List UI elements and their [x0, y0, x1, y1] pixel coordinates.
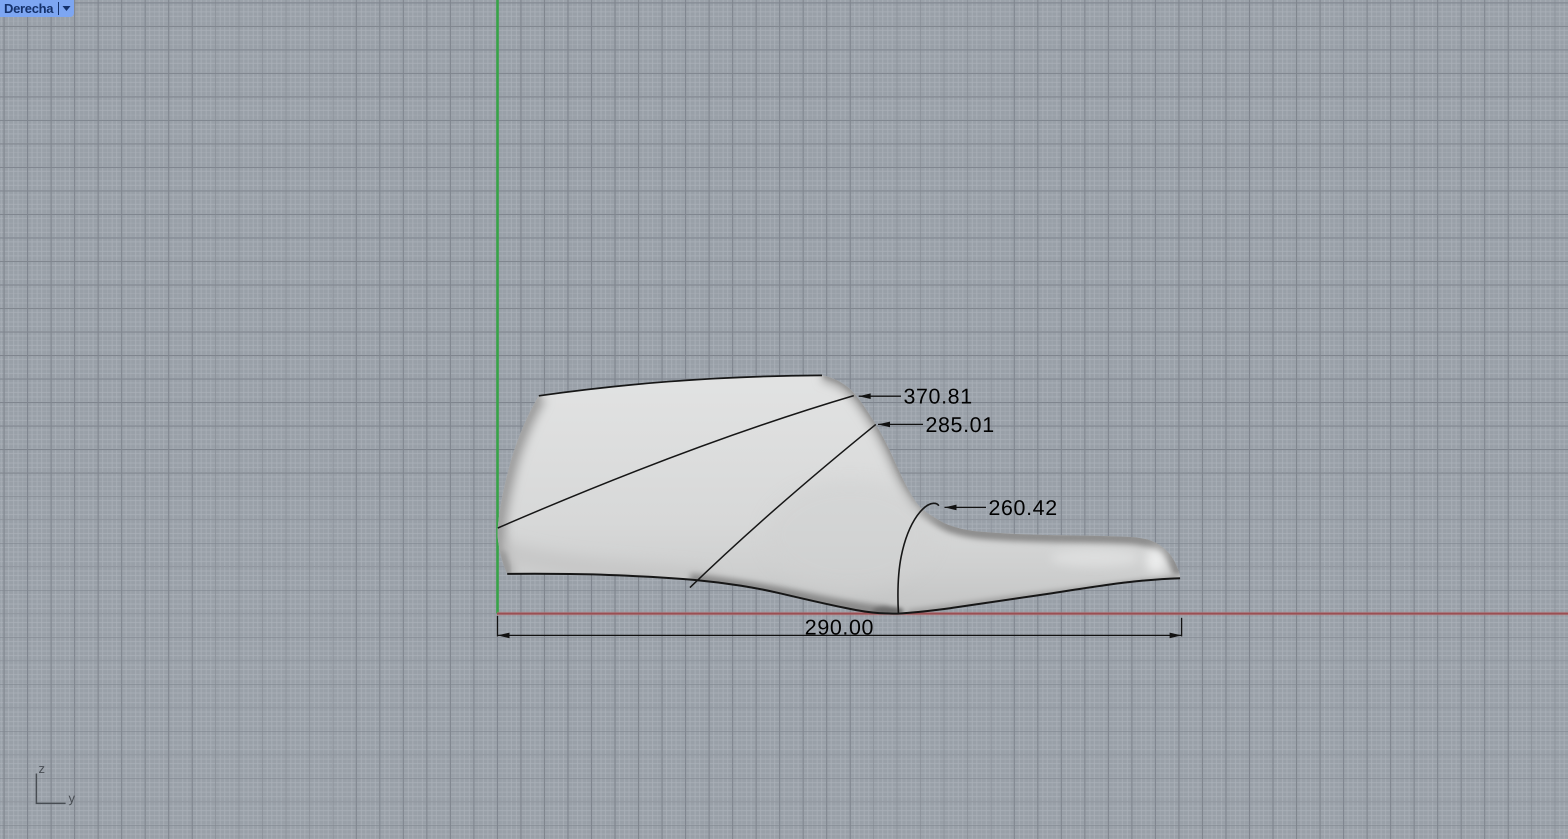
svg-text:z: z	[39, 761, 46, 776]
svg-text:y: y	[69, 791, 76, 806]
svg-text:370.81: 370.81	[904, 385, 973, 409]
svg-text:290.00: 290.00	[805, 615, 874, 639]
svg-text:285.01: 285.01	[926, 413, 995, 437]
svg-text:260.42: 260.42	[989, 496, 1058, 520]
